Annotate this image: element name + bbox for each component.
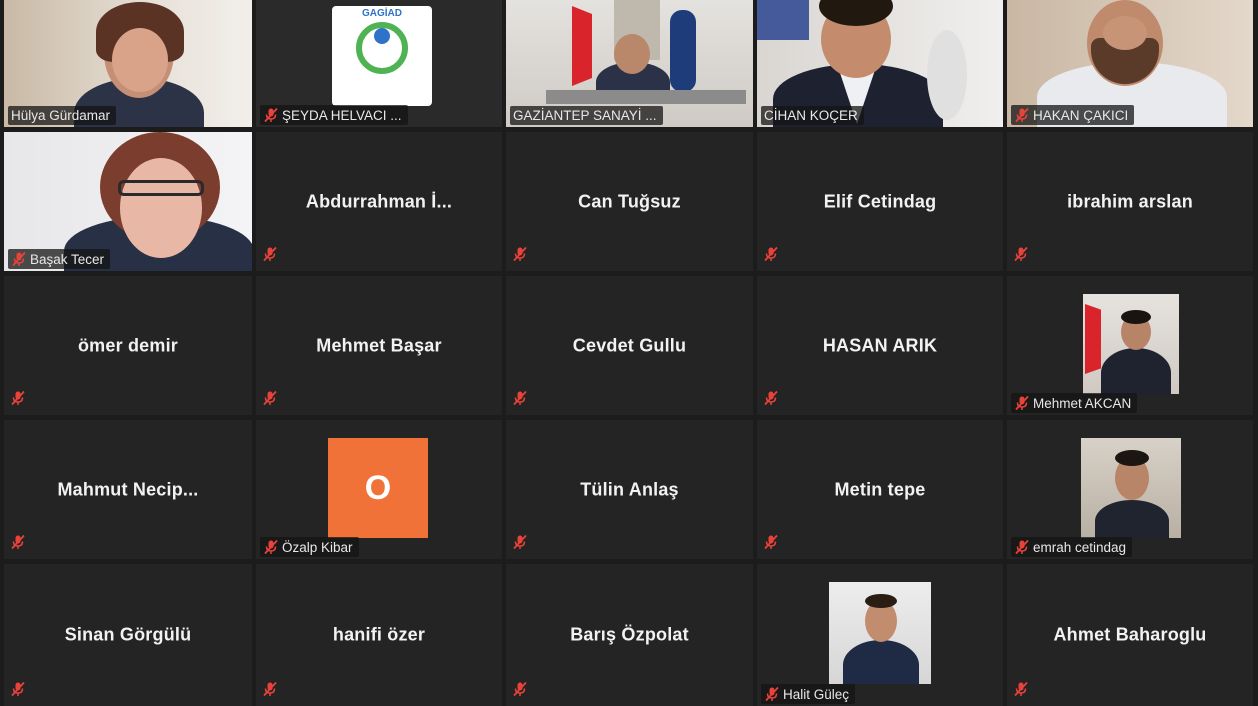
participant-name: Mehmet AKCAN bbox=[1033, 395, 1132, 411]
participant-tile-24[interactable]: Ahmet Baharoglu bbox=[1007, 564, 1253, 706]
participant-name-label: CİHAN KOÇER bbox=[761, 106, 864, 125]
participant-name-label: Özalp Kibar bbox=[260, 537, 359, 557]
microphone-muted-icon bbox=[512, 681, 528, 702]
participant-name: Barış Özpolat bbox=[570, 624, 689, 645]
participant-name: HAKAN ÇAKICI bbox=[1033, 107, 1129, 123]
participant-name: ŞEYDA HELVACI ... bbox=[282, 107, 402, 123]
participant-tile-23[interactable]: Halit Güleç bbox=[757, 564, 1003, 706]
participant-name: Ahmet Baharoglu bbox=[1053, 624, 1207, 645]
microphone-muted-icon bbox=[263, 539, 279, 555]
participant-name-label: Hülya Gürdamar bbox=[8, 106, 117, 125]
participant-tile-11[interactable]: Mehmet Başar bbox=[256, 276, 502, 415]
participant-name-label: Mehmet AKCAN bbox=[1011, 393, 1138, 413]
microphone-muted-icon bbox=[263, 107, 279, 123]
microphone-muted-icon bbox=[262, 390, 278, 411]
participant-tile-16[interactable]: O Özalp Kibar bbox=[256, 420, 502, 559]
participant-tile-22[interactable]: Barış Özpolat bbox=[506, 564, 753, 706]
participant-tile-18[interactable]: Metin tepe bbox=[757, 420, 1003, 559]
participant-name-label: Başak Tecer bbox=[8, 249, 111, 269]
participant-tile-2[interactable]: GAZİANTEP SANAYİ ... bbox=[506, 0, 753, 127]
participant-tile-7[interactable]: Can Tuğsuz bbox=[506, 132, 753, 271]
participant-name: Mehmet Başar bbox=[316, 335, 442, 355]
participant-tile-8[interactable]: Elif Cetindag bbox=[757, 132, 1003, 271]
microphone-muted-icon bbox=[10, 534, 26, 555]
microphone-muted-icon bbox=[512, 246, 528, 267]
participant-name-label: emrah cetindag bbox=[1011, 537, 1133, 557]
microphone-muted-icon bbox=[1014, 107, 1030, 123]
participant-name: Sinan Görgülü bbox=[64, 624, 192, 645]
participant-name-label: GAZİANTEP SANAYİ ... bbox=[510, 106, 663, 125]
microphone-muted-icon bbox=[763, 534, 779, 555]
participant-name: GAZİANTEP SANAYİ ... bbox=[513, 108, 657, 123]
participant-name: emrah cetindag bbox=[1033, 539, 1127, 555]
microphone-muted-icon bbox=[764, 686, 780, 702]
participant-grid: Hülya Gürdamar GAGİAD ŞEYDA HELVACI ... GAZ… bbox=[4, 0, 1258, 706]
participant-tile-10[interactable]: ömer demir bbox=[4, 276, 252, 415]
microphone-muted-icon bbox=[262, 681, 278, 702]
microphone-muted-icon bbox=[11, 251, 27, 267]
participant-name: Tülin Anlaş bbox=[580, 479, 679, 499]
participant-name: ömer demir bbox=[77, 335, 179, 355]
participant-tile-20[interactable]: Sinan Görgülü bbox=[4, 564, 252, 706]
participant-tile-4[interactable]: HAKAN ÇAKICI bbox=[1007, 0, 1253, 127]
participant-tile-19[interactable]: emrah cetindag bbox=[1007, 420, 1253, 559]
participant-name: Cevdet Gullu bbox=[572, 335, 687, 355]
microphone-muted-icon bbox=[10, 681, 26, 702]
microphone-muted-icon bbox=[512, 390, 528, 411]
logo-text: GAGİAD bbox=[362, 8, 402, 19]
participant-name: Hülya Gürdamar bbox=[11, 108, 111, 123]
participant-tile-5[interactable]: Başak Tecer bbox=[4, 132, 252, 271]
participant-tile-0[interactable]: Hülya Gürdamar bbox=[4, 0, 252, 127]
microphone-muted-icon bbox=[1014, 395, 1030, 411]
participant-name: Halit Güleç bbox=[783, 686, 850, 702]
microphone-muted-icon bbox=[10, 390, 26, 411]
participant-name: hanifi özer bbox=[332, 624, 426, 645]
participant-name: Elif Cetindag bbox=[823, 191, 937, 211]
participant-name: Başak Tecer bbox=[30, 251, 105, 267]
participant-name: Metin tepe bbox=[834, 479, 926, 499]
microphone-muted-icon bbox=[262, 246, 278, 267]
participant-tile-13[interactable]: HASAN ARIK bbox=[757, 276, 1003, 415]
microphone-muted-icon bbox=[1013, 681, 1029, 702]
participant-name: Abdurrahman İ... bbox=[305, 191, 453, 211]
participant-tile-9[interactable]: ibrahim arslan bbox=[1007, 132, 1253, 271]
participant-tile-12[interactable]: Cevdet Gullu bbox=[506, 276, 753, 415]
participant-name-label: Halit Güleç bbox=[761, 684, 856, 704]
participant-name: Özalp Kibar bbox=[282, 539, 353, 555]
participant-name: ibrahim arslan bbox=[1067, 191, 1193, 211]
microphone-muted-icon bbox=[1014, 539, 1030, 555]
participant-name: HASAN ARIK bbox=[822, 335, 938, 355]
participant-tile-1[interactable]: GAGİAD ŞEYDA HELVACI ... bbox=[256, 0, 502, 127]
participant-tile-14[interactable]: Mehmet AKCAN bbox=[1007, 276, 1253, 415]
microphone-muted-icon bbox=[1013, 246, 1029, 267]
microphone-muted-icon bbox=[512, 534, 528, 555]
participant-tile-15[interactable]: Mahmut Necip... bbox=[4, 420, 252, 559]
participant-name-label: HAKAN ÇAKICI bbox=[1011, 105, 1135, 125]
participant-tile-3[interactable]: CİHAN KOÇER bbox=[757, 0, 1003, 127]
participant-tile-21[interactable]: hanifi özer bbox=[256, 564, 502, 706]
microphone-muted-icon bbox=[763, 246, 779, 267]
participant-tile-17[interactable]: Tülin Anlaş bbox=[506, 420, 753, 559]
microphone-muted-icon bbox=[763, 390, 779, 411]
participant-name: Can Tuğsuz bbox=[578, 191, 681, 211]
participant-name-label: ŞEYDA HELVACI ... bbox=[260, 105, 408, 125]
avatar: O bbox=[328, 438, 428, 538]
participant-name: CİHAN KOÇER bbox=[764, 108, 858, 123]
participant-name: Mahmut Necip... bbox=[57, 479, 199, 499]
participant-tile-6[interactable]: Abdurrahman İ... bbox=[256, 132, 502, 271]
